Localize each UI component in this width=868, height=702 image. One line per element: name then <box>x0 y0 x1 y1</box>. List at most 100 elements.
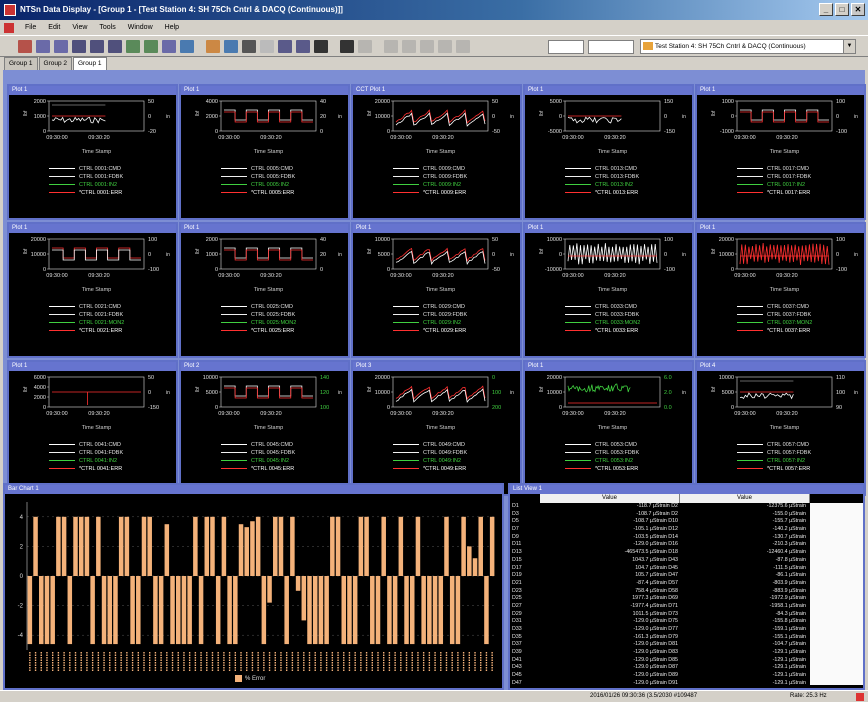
list-row-name[interactable]: D9 <box>512 534 540 542</box>
column-header-value-1[interactable]: Value <box>540 494 680 503</box>
save-icon[interactable] <box>224 40 238 53</box>
toolbar-field-1[interactable] <box>548 40 584 54</box>
legend-label: CTRL 0017:CMD <box>767 166 809 172</box>
play-icon[interactable] <box>384 40 398 53</box>
legend-entry: CTRL 0049:FDBK <box>393 449 467 457</box>
tab-group-1-active[interactable]: Group 1 <box>73 57 107 70</box>
strip-plot-6[interactable]: Plot 1 20000 10000 0 100 0 -100 lbf in 09:30:00 09… <box>7 222 178 358</box>
strip-plot-4[interactable]: Plot 1 5000 0 -5000 150 0 -150 lbf in 09:30:00 09:… <box>523 84 694 220</box>
document-icon[interactable] <box>4 22 14 33</box>
station-select[interactable]: Test Station 4: SH 75Ch Cntrl & DACQ (Co… <box>640 39 856 54</box>
list-row-name[interactable]: D25 <box>512 595 540 603</box>
strip-plot-3[interactable]: CCT Plot 1 20000 10000 0 50 0 -50 lbf in 09:30:00… <box>351 84 522 220</box>
list-row-name[interactable]: D45 <box>512 672 540 680</box>
list-row-name[interactable]: D17 <box>512 565 540 573</box>
list-row-name[interactable]: D47 <box>512 680 540 688</box>
list-row-name[interactable]: D31 <box>512 618 540 626</box>
open-icon[interactable] <box>36 40 50 53</box>
menu-tools[interactable]: Tools <box>94 20 120 35</box>
list-row-name[interactable]: D7 <box>512 526 540 534</box>
strip-plot-2[interactable]: Plot 1 4000 2000 0 40 20 0 lbf in 09:30:00 09:30:2… <box>179 84 350 220</box>
search-icon[interactable] <box>358 40 372 53</box>
print-icon[interactable] <box>314 40 328 53</box>
y-tick-label: -4 <box>18 633 24 639</box>
copy-icon[interactable] <box>242 40 256 53</box>
legend-entry: *CTRL 0037:ERR <box>737 327 812 335</box>
strip-plot-1[interactable]: Plot 1 2000 1000 0 50 0 -20 lbf in 09:30:00 09:30:… <box>7 84 178 220</box>
folder-icon[interactable] <box>206 40 220 53</box>
list-row-name[interactable]: D23 <box>512 588 540 596</box>
list-row-name[interactable]: D27 <box>512 603 540 611</box>
strip-plot-10[interactable]: Plot 1 20000 10000 0 100 0 -100 lbf in 09:30:00 09… <box>695 222 866 358</box>
maximize-button[interactable]: □ <box>835 3 849 16</box>
bar <box>478 516 483 576</box>
strip-plot-12[interactable]: Plot 2 10000 5000 0 140 120 100 lbf in 09:30:00 09… <box>179 360 350 496</box>
stop-icon[interactable] <box>402 40 416 53</box>
strip-plot-13[interactable]: Plot 3 20000 10000 0 0 100 200 lbf in 09:30:00 09:… <box>351 360 522 496</box>
cut-icon[interactable] <box>278 40 292 53</box>
x-axis-label: Time Stamp <box>426 149 455 155</box>
y2-tick-label: 100 <box>320 405 329 411</box>
refresh-icon[interactable] <box>180 40 194 53</box>
y2-tick-label: 140 <box>320 375 329 381</box>
strip-plot-8[interactable]: Plot 1 10000 5000 0 50 0 -50 lbf in 09:30:00 09:30… <box>351 222 522 358</box>
legend-entry: *CTRL 0021:ERR <box>49 327 124 335</box>
bar-chart-panel[interactable]: Bar Chart 1 4 2 0 -2 -4 % Error <box>3 483 504 690</box>
menu-edit[interactable]: Edit <box>43 20 65 35</box>
save-icon[interactable] <box>54 40 68 53</box>
menu-window[interactable]: Window <box>123 20 158 35</box>
forward-icon[interactable] <box>456 40 470 53</box>
list-row-name[interactable]: D37 <box>512 641 540 649</box>
list-row-name[interactable]: D43 <box>512 664 540 672</box>
close-button[interactable]: ✕ <box>851 3 865 16</box>
list-row-name[interactable]: D35 <box>512 634 540 642</box>
list-row-name[interactable]: D3 <box>512 511 540 519</box>
list-view-panel[interactable]: List View 1 Value Value D1 D3 D5 D7 D9 D11 D13… <box>508 483 865 690</box>
menu-help[interactable]: Help <box>160 20 184 35</box>
column-header-value-2[interactable]: Value <box>680 494 810 503</box>
menu-view[interactable]: View <box>67 20 92 35</box>
tab-group-2[interactable]: Group 2 <box>38 57 72 70</box>
export-icon[interactable] <box>260 40 274 53</box>
list-row-name[interactable]: D21 <box>512 580 540 588</box>
tab-group-1[interactable]: Group 1 <box>4 57 38 70</box>
new-icon[interactable] <box>18 40 32 53</box>
title-bar[interactable]: NTSn Data Display - [Group 1 - [Test Sta… <box>0 0 868 20</box>
group-icon[interactable] <box>90 40 104 53</box>
list-row-name[interactable]: D15 <box>512 557 540 565</box>
list-row-name[interactable]: D1 <box>512 503 540 511</box>
strip-plot-7[interactable]: Plot 1 2000 1000 0 40 20 0 lbf in 09:30:00 09:30:2… <box>179 222 350 358</box>
list-row-name[interactable]: D5 <box>512 518 540 526</box>
setup-icon[interactable] <box>340 40 354 53</box>
pause-icon[interactable] <box>420 40 434 53</box>
strip-plot-9[interactable]: Plot 1 10000 0 -10000 100 0 -100 lbf in 09:30:00 0… <box>523 222 694 358</box>
list-row-value: 1977.3 µStrain D69 <box>632 595 678 602</box>
list-row-name[interactable]: D11 <box>512 541 540 549</box>
bar <box>392 576 398 645</box>
list-row-name[interactable]: D13 <box>512 549 540 557</box>
list-icon[interactable] <box>162 40 176 53</box>
plot-icon[interactable] <box>126 40 140 53</box>
toolbar-field-2[interactable] <box>588 40 634 54</box>
strip-plot-5[interactable]: Plot 1 1000 0 -1000 100 0 -100 lbf in 09:30:00 09:… <box>695 84 866 220</box>
list-row-name[interactable]: D29 <box>512 611 540 619</box>
strip-plot-14[interactable]: Plot 1 20000 10000 0 6.0 2.0 0.0 lbf in 09:30:00 0… <box>523 360 694 496</box>
strip-plot-11[interactable]: Plot 1 6000 4000 2000 0 50 0 -150 lbf in 09:30:00 0… <box>7 360 178 496</box>
plot-legend: CTRL 0033:CMD CTRL 0033:FDBK CTRL 0033:MON… <box>565 303 640 335</box>
legend-swatch <box>737 314 763 315</box>
legend-swatch <box>565 184 591 185</box>
strip-plot-15[interactable]: Plot 4 10000 5000 0 110 100 90 lbf in 09:30:00 09:… <box>695 360 866 496</box>
group-icon[interactable] <box>108 40 122 53</box>
minimize-button[interactable]: _ <box>819 3 833 16</box>
bar <box>244 527 249 576</box>
list-row-name[interactable]: D19 <box>512 572 540 580</box>
chevron-down-icon[interactable]: ▼ <box>843 40 855 53</box>
paste-icon[interactable] <box>296 40 310 53</box>
group-icon[interactable] <box>72 40 86 53</box>
list-row-name[interactable]: D41 <box>512 657 540 665</box>
rewind-icon[interactable] <box>438 40 452 53</box>
list-row-name[interactable]: D33 <box>512 626 540 634</box>
menu-file[interactable]: File <box>20 20 41 35</box>
list-row-name[interactable]: D39 <box>512 649 540 657</box>
chart-icon[interactable] <box>144 40 158 53</box>
